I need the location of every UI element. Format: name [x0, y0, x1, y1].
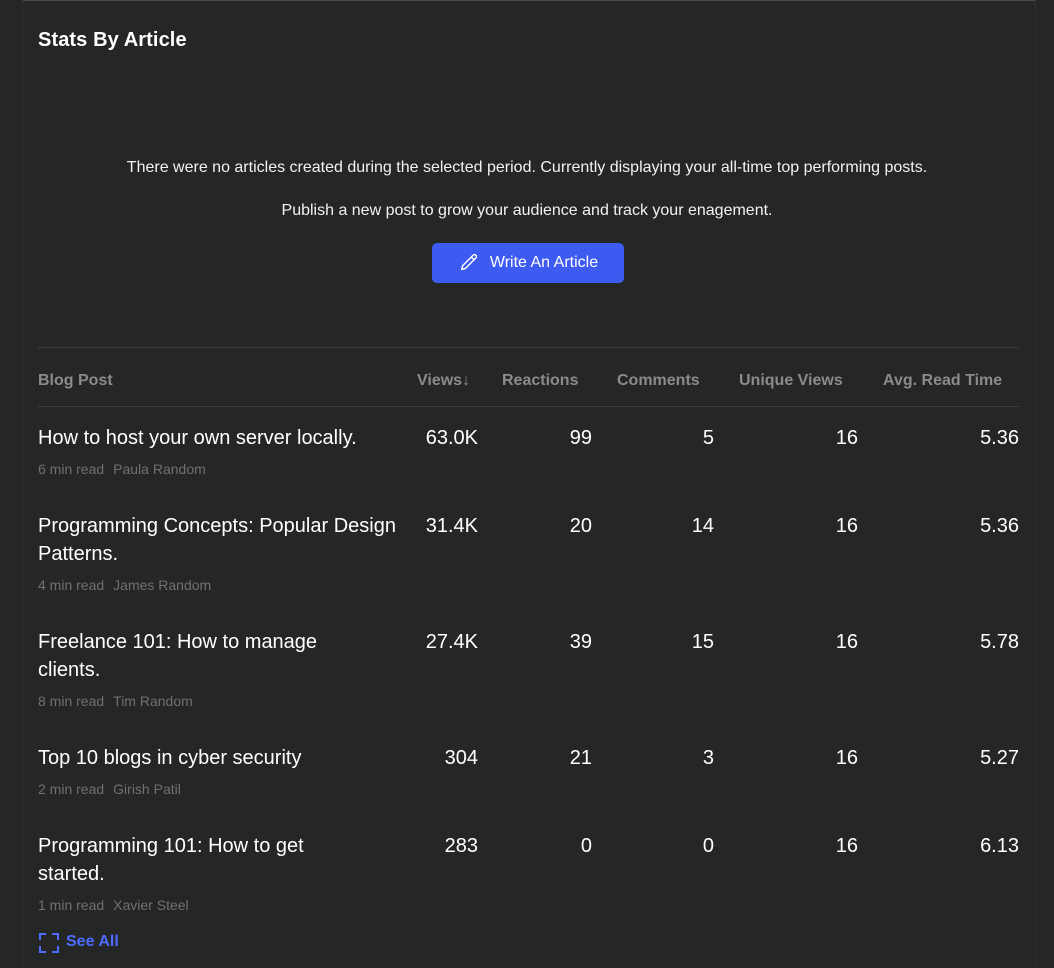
views-value: 63.0K — [425, 427, 478, 449]
expand-icon — [38, 932, 59, 953]
comments-value: 15 — [691, 631, 714, 653]
table-row[interactable]: Freelance 101: How to manage clients. 8 … — [38, 611, 1019, 727]
post-meta: 6 min read Paula Random — [38, 461, 206, 477]
pencil-icon — [458, 252, 480, 274]
column-header-avg-read-time[interactable]: Avg. Read Time — [883, 372, 1002, 390]
reactions-value: 21 — [569, 747, 592, 769]
empty-period-notice: There were no articles created during th… — [126, 159, 928, 176]
unique-views-value: 16 — [835, 515, 858, 537]
see-all-label: See All — [66, 933, 119, 950]
comments-value: 3 — [702, 747, 714, 769]
post-read-time: 4 min read — [38, 577, 105, 593]
table-header: Blog Post Views↓ Reactions Comments Uniq… — [38, 348, 1019, 406]
column-header-unique-views[interactable]: Unique Views — [739, 372, 843, 390]
unique-views-value: 16 — [835, 835, 858, 857]
column-header-comments[interactable]: Comments — [617, 372, 700, 390]
post-meta: 1 min read Xavier Steel — [38, 897, 189, 913]
unique-views-value: 16 — [835, 427, 858, 449]
post-title[interactable]: Top 10 blogs in cyber security — [38, 744, 398, 772]
column-header-views[interactable]: Views↓ — [417, 372, 470, 390]
table-row[interactable]: Programming Concepts: Popular Design Pat… — [38, 495, 1019, 611]
post-read-time: 6 min read — [38, 461, 105, 477]
publish-prompt: Publish a new post to grow your audience… — [281, 202, 773, 219]
table-row[interactable]: How to host your own server locally. 6 m… — [38, 407, 1019, 495]
reactions-value: 20 — [569, 515, 592, 537]
write-article-button[interactable]: Write An Article — [432, 243, 624, 283]
avg-read-time-value: 5.78 — [980, 631, 1019, 653]
comments-value: 14 — [691, 515, 714, 537]
avg-read-time-value: 6.13 — [980, 835, 1019, 857]
table-row[interactable]: Programming 101: How to get started. 1 m… — [38, 815, 1019, 931]
post-meta: 2 min read Girish Patil — [38, 781, 181, 797]
article-stats-table: Blog Post Views↓ Reactions Comments Uniq… — [38, 347, 1019, 931]
left-divider — [22, 0, 23, 968]
post-title[interactable]: How to host your own server locally. — [38, 424, 418, 452]
avg-read-time-value: 5.36 — [980, 427, 1019, 449]
post-meta: 4 min read James Random — [38, 577, 211, 593]
comments-value: 5 — [702, 427, 714, 449]
post-author: Xavier Steel — [113, 897, 189, 913]
post-meta: 8 min read Tim Random — [38, 693, 193, 709]
post-title[interactable]: Programming Concepts: Popular Design Pat… — [38, 512, 398, 568]
views-value: 283 — [444, 835, 478, 857]
views-value: 304 — [444, 747, 478, 769]
post-author: James Random — [113, 577, 212, 593]
see-all-link[interactable]: See All — [38, 932, 119, 953]
reactions-value: 99 — [569, 427, 592, 449]
unique-views-value: 16 — [835, 631, 858, 653]
column-header-reactions[interactable]: Reactions — [502, 372, 578, 390]
post-title[interactable]: Programming 101: How to get started. — [38, 832, 358, 888]
reactions-value: 39 — [569, 631, 592, 653]
views-value: 31.4K — [425, 515, 478, 537]
post-author: Tim Random — [113, 693, 193, 709]
reactions-value: 0 — [580, 835, 592, 857]
post-read-time: 8 min read — [38, 693, 105, 709]
sort-arrow-icon: ↓ — [462, 372, 471, 389]
unique-views-value: 16 — [835, 747, 858, 769]
post-title[interactable]: Freelance 101: How to manage clients. — [38, 628, 358, 684]
post-author: Girish Patil — [113, 781, 181, 797]
stats-by-article-panel: Stats By Article There were no articles … — [0, 0, 1054, 968]
views-header-label: Views — [417, 372, 463, 389]
comments-value: 0 — [702, 835, 714, 857]
avg-read-time-value: 5.36 — [980, 515, 1019, 537]
right-divider — [1035, 0, 1036, 968]
table-row[interactable]: Top 10 blogs in cyber security 2 min rea… — [38, 727, 1019, 815]
top-divider — [22, 0, 1036, 1]
avg-read-time-value: 5.27 — [980, 747, 1019, 769]
views-value: 27.4K — [425, 631, 478, 653]
column-header-blog-post[interactable]: Blog Post — [38, 372, 113, 390]
post-read-time: 1 min read — [38, 897, 105, 913]
section-title: Stats By Article — [38, 29, 187, 51]
post-read-time: 2 min read — [38, 781, 105, 797]
post-author: Paula Random — [113, 461, 206, 477]
write-article-label: Write An Article — [489, 254, 599, 271]
